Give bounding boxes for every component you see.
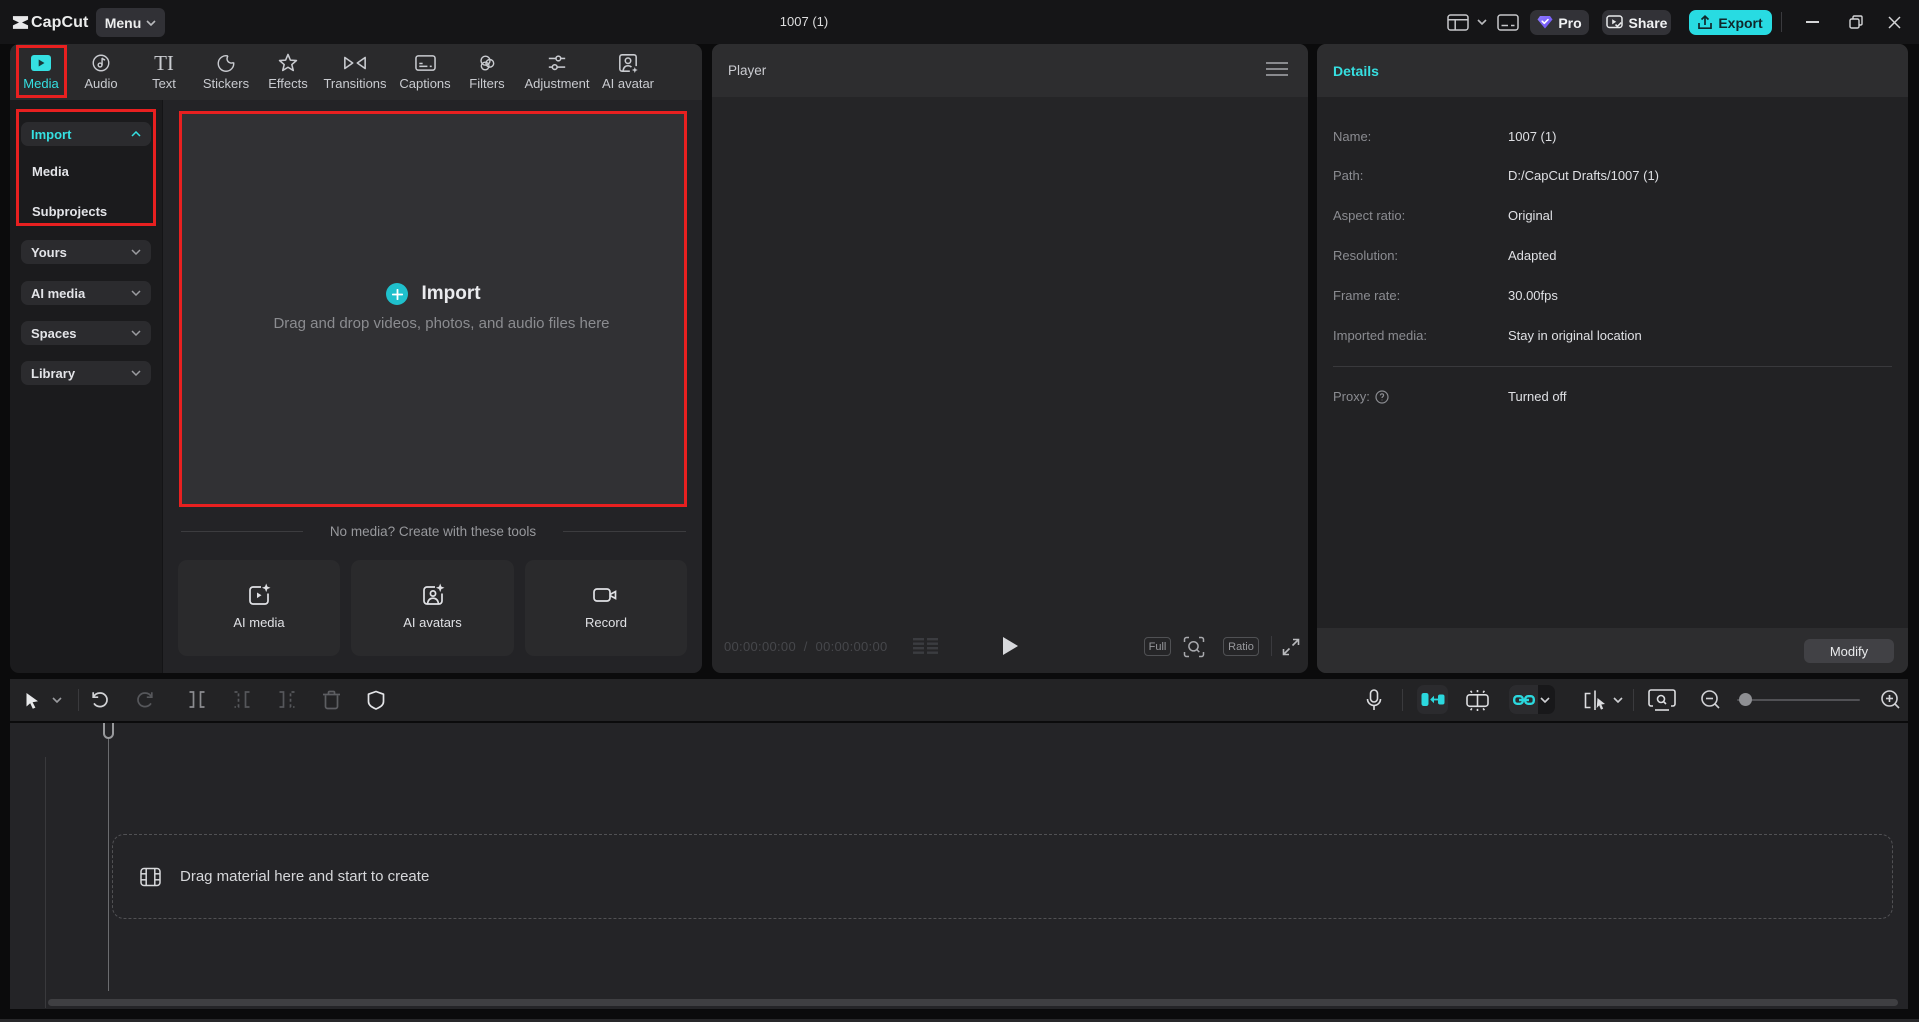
svg-text:TI: TI [154, 53, 174, 73]
